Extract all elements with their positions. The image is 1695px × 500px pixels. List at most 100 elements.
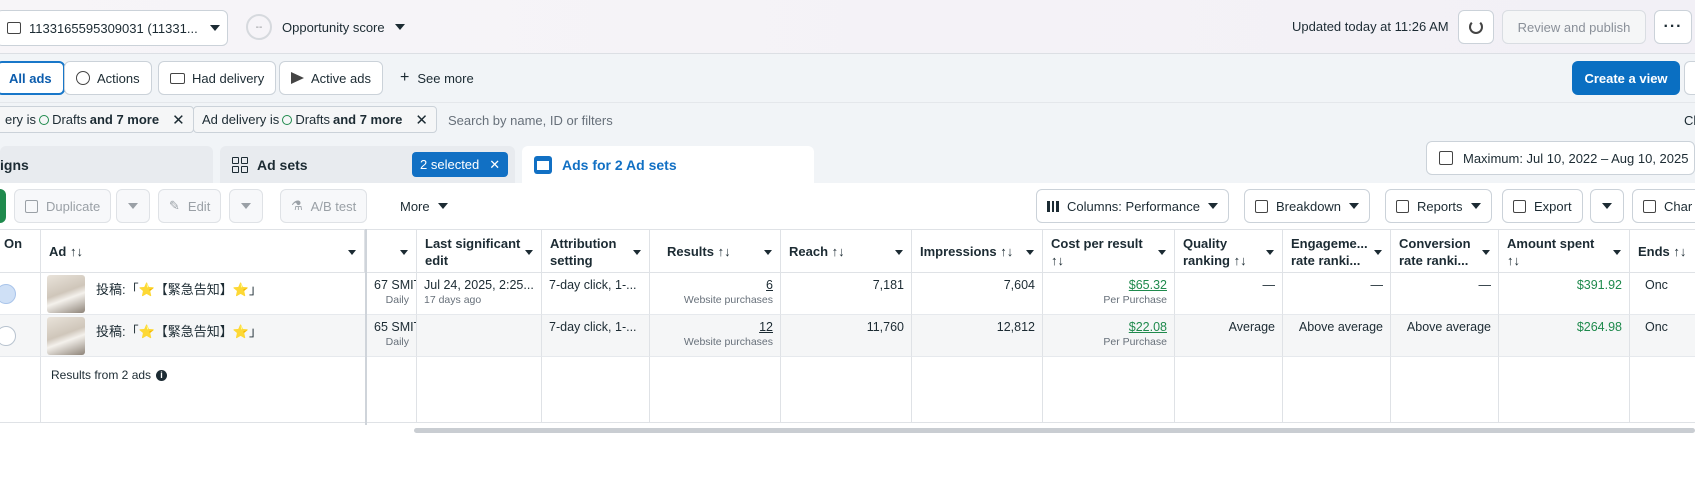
results-summary: Results from 2 ads i	[51, 368, 168, 382]
more-actions-button[interactable]: More	[390, 189, 458, 223]
tab-ads[interactable]: Ads for 2 Ad sets	[522, 146, 814, 183]
col-header-impressions[interactable]: Impressions ↑↓	[912, 229, 1043, 273]
ad-thumbnail[interactable]	[47, 275, 85, 313]
col-header-label: On	[4, 236, 23, 251]
search-input[interactable]: Search by name, ID or filters	[448, 113, 613, 128]
view-options-button[interactable]	[1684, 61, 1695, 95]
filter-chip-more: and 7 more	[89, 112, 160, 127]
cost-per-result-sub: Per Purchase	[1103, 336, 1167, 348]
filter-chip-prefix: Ad delivery is	[202, 112, 280, 127]
create-view-button[interactable]: Create a view	[1572, 61, 1680, 95]
empty-column	[650, 357, 781, 422]
close-icon[interactable]: ✕	[415, 111, 428, 129]
col-header-reach[interactable]: Reach ↑↓	[781, 229, 912, 273]
more-options-button[interactable]: ···	[1654, 10, 1692, 44]
filter-chip-value: Drafts	[295, 112, 330, 127]
clear-filters-link[interactable]: Cl	[1684, 113, 1695, 128]
col-header-label: edit	[425, 253, 449, 268]
breakdown-button[interactable]: Breakdown	[1244, 189, 1371, 223]
amount-spent-cell: $391.92	[1499, 273, 1630, 315]
col-header-last-edit[interactable]: Last significant edit	[417, 229, 542, 273]
see-more-button[interactable]: + See more	[400, 69, 474, 87]
close-icon[interactable]: ✕	[172, 111, 185, 129]
export-button[interactable]: Export	[1502, 189, 1583, 223]
filter-chip-more: and 7 more	[332, 112, 403, 127]
ad-thumbnail[interactable]	[47, 317, 85, 355]
cost-per-result-cell: $22.08 Per Purchase	[1043, 315, 1175, 357]
col-header-quality-ranking[interactable]: Quality ranking ↑↓	[1175, 229, 1283, 273]
col-header-label: rate ranki...	[1399, 253, 1469, 268]
cost-per-result-value[interactable]: $22.08	[1050, 320, 1167, 334]
duplicate-dropdown[interactable]	[116, 189, 150, 223]
col-header-ad[interactable]: Ad ↑↓	[41, 229, 365, 273]
col-header-label: ranking ↑↓	[1183, 253, 1247, 268]
col-header-on[interactable]: On	[0, 229, 41, 273]
conversion-value: Above average	[1406, 320, 1491, 334]
reports-label: Reports	[1417, 198, 1463, 214]
filter-chip-ad-delivery[interactable]: Ad delivery is Drafts and 7 more ✕	[193, 106, 437, 133]
export-dropdown[interactable]	[1590, 189, 1624, 223]
breakdown-icon	[1255, 199, 1268, 213]
chevron-down-icon	[1207, 203, 1218, 209]
date-range-picker[interactable]: Maximum: Jul 10, 2022 – Aug 10, 2025	[1426, 141, 1695, 175]
empty-column	[1175, 357, 1283, 422]
updated-status: Updated today at 11:26 AM	[1292, 19, 1449, 34]
refresh-button[interactable]	[1458, 10, 1494, 44]
edit-dropdown[interactable]	[229, 189, 263, 223]
chevron-down-icon	[525, 250, 533, 255]
attribution-value: 7-day click, 1-...	[549, 320, 637, 334]
pencil-icon: ✎	[169, 198, 180, 213]
selected-count: 2 selected	[420, 157, 480, 172]
view-actions[interactable]: Actions	[64, 61, 152, 95]
col-header-engagement-ranking[interactable]: Engageme... rate ranki...	[1283, 229, 1391, 273]
conversion-cell: Above average	[1391, 315, 1499, 357]
empty-column	[367, 357, 417, 422]
opportunity-score-button[interactable]: -- Opportunity score	[246, 14, 405, 40]
col-header-ends[interactable]: Ends ↑↓	[1630, 229, 1695, 273]
tab-campaigns[interactable]: igns	[0, 146, 213, 183]
see-more-label: See more	[417, 70, 474, 86]
col-header-budget[interactable]	[367, 229, 417, 273]
empty-column	[781, 357, 912, 422]
col-header-conversion-ranking[interactable]: Conversion rate ranki...	[1391, 229, 1499, 273]
review-and-publish-button[interactable]: Review and publish	[1502, 10, 1646, 44]
filter-chip-delivery[interactable]: ery is Drafts and 7 more ✕	[0, 106, 194, 133]
col-header-cost-per-result[interactable]: Cost per result ↑↓	[1043, 229, 1175, 273]
view-all-ads[interactable]: All ads	[0, 61, 65, 95]
ends-value: Onc	[1645, 278, 1668, 292]
reports-icon	[1396, 199, 1409, 213]
status-circle-icon	[39, 114, 50, 125]
edit-button[interactable]: ✎ Edit	[158, 189, 222, 223]
view-active-ads[interactable]: Active ads	[279, 61, 383, 95]
horizontal-scrollbar[interactable]	[414, 428, 1695, 433]
chevron-down-icon	[437, 203, 448, 209]
results-value[interactable]: 12	[657, 320, 773, 334]
view-had-delivery[interactable]: Had delivery	[158, 61, 277, 95]
charts-label: Char	[1664, 198, 1693, 214]
close-icon[interactable]: ✕	[489, 157, 500, 173]
chevron-down-icon	[128, 203, 138, 209]
cost-per-result-value[interactable]: $65.32	[1050, 278, 1167, 292]
quality-value: Average	[1228, 320, 1275, 334]
account-selector[interactable]: 1133165595309031 (11331...	[0, 10, 228, 46]
ab-test-button[interactable]: ⚗ A/B test	[280, 189, 368, 223]
col-header-results[interactable]: Results ↑↓	[650, 229, 781, 273]
selected-adsets-pill[interactable]: 2 selected ✕	[412, 152, 509, 177]
tab-ads-label: Ads for 2 Ad sets	[562, 156, 677, 173]
col-header-attribution[interactable]: Attribution setting	[542, 229, 650, 273]
info-icon[interactable]: i	[156, 369, 168, 381]
col-header-label: rate ranki...	[1291, 253, 1361, 268]
duplicate-button[interactable]: Duplicate	[14, 189, 112, 223]
breakdown-label: Breakdown	[1276, 198, 1342, 214]
col-header-label: Amount spent	[1507, 236, 1595, 251]
create-button[interactable]	[0, 189, 6, 223]
empty-column	[1391, 357, 1499, 422]
ad-name[interactable]: 投稿:「⭐【緊急告知】⭐」	[96, 279, 262, 298]
results-value[interactable]: 6	[657, 278, 773, 292]
columns-button[interactable]: Columns: Performance	[1036, 189, 1229, 223]
charts-button[interactable]: Char	[1632, 189, 1695, 223]
quality-value: —	[1262, 278, 1276, 292]
ad-name[interactable]: 投稿:「⭐【緊急告知】⭐」	[96, 321, 262, 340]
reports-button[interactable]: Reports	[1385, 189, 1492, 223]
col-header-amount-spent[interactable]: Amount spent ↑↓	[1499, 229, 1630, 273]
